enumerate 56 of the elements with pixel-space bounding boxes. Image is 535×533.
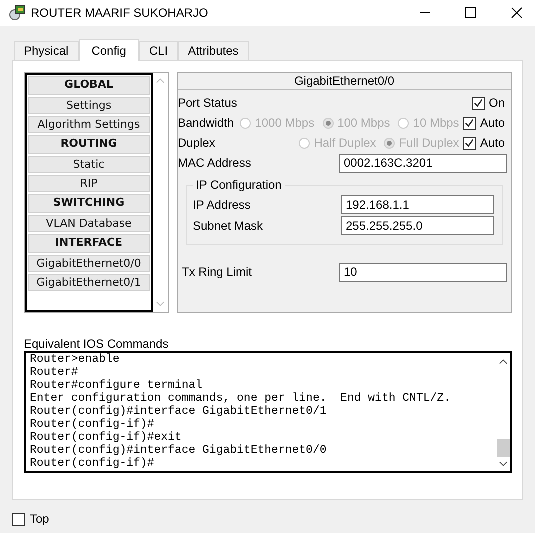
sidebar-header: ROUTING: [28, 135, 150, 154]
tab[interactable]: Physical: [14, 41, 79, 60]
sidebar-header: SWITCHING: [28, 194, 150, 213]
input-field[interactable]: 192.168.1.1: [341, 195, 494, 214]
checkbox[interactable]: [12, 512, 25, 526]
scroll-up-icon[interactable]: [498, 359, 508, 365]
sidebar-header: GLOBAL: [28, 76, 150, 95]
radio-label: 10 Mbps: [413, 116, 460, 130]
panel-title: GigabitEthernet0/0: [178, 73, 511, 90]
radio-label: Half Duplex: [314, 136, 376, 150]
checkbox-label: Auto: [480, 116, 505, 130]
sidebar-item[interactable]: Settings: [28, 97, 150, 114]
input-field[interactable]: 0002.163C.3201: [339, 154, 507, 172]
scroll-down-icon[interactable]: [498, 461, 508, 467]
field-label: Tx Ring Limit: [182, 265, 252, 279]
terminal-line: Router#: [30, 366, 80, 379]
terminal-line: Router(config-if)#exit: [30, 431, 183, 444]
field-label: MAC Address: [178, 156, 252, 170]
terminal-line: Router(config-if)#: [30, 457, 156, 470]
scroll-thumb[interactable]: [496, 439, 510, 457]
terminal-line: Enter configuration commands, one per line. End with CNTL/Z.: [30, 392, 452, 405]
radio-label: 100 Mbps: [338, 116, 390, 130]
sidebar-item[interactable]: GigabitEthernet0/0: [28, 255, 150, 272]
checkbox[interactable]: [472, 96, 485, 110]
input-field[interactable]: 10: [339, 262, 507, 282]
sidebar-item[interactable]: GigabitEthernet0/1: [28, 274, 150, 291]
section-label: Equivalent IOS Commands: [24, 338, 170, 351]
tab[interactable]: Config: [78, 39, 140, 61]
input-field[interactable]: 255.255.255.0: [341, 216, 494, 235]
radio-label: Full Duplex: [399, 136, 460, 150]
sidebar-header: INTERFACE: [28, 234, 150, 253]
field-label: Port Status: [178, 96, 238, 110]
tab[interactable]: CLI: [139, 41, 178, 60]
terminal-line: Router(config)#interface GigabitEthernet0/0: [30, 444, 328, 457]
checkbox-label: Top: [30, 512, 50, 526]
field-label: IP Address: [193, 198, 251, 212]
maximize-icon[interactable]: [465, 7, 477, 19]
group-title: IP Configuration: [195, 178, 283, 192]
radio-label: 1000 Mbps: [255, 116, 315, 130]
close-icon[interactable]: [511, 7, 523, 19]
sidebar-item[interactable]: VLAN Database: [28, 215, 150, 232]
checkbox-label: Auto: [480, 136, 505, 150]
terminal-line: Router(config-if)#: [30, 418, 156, 431]
field-label: Subnet Mask: [193, 218, 264, 232]
sidebar-item[interactable]: Algorithm Settings: [28, 116, 150, 133]
terminal-line: Router>enable: [30, 353, 121, 366]
terminal-line: Router#configure terminal: [30, 379, 204, 392]
tab[interactable]: Attributes: [178, 41, 249, 60]
sidebar-item[interactable]: RIP: [28, 175, 150, 192]
router-app-icon: [8, 4, 26, 22]
window-title: ROUTER MAARIF SUKOHARJO: [31, 6, 208, 20]
sidebar-item[interactable]: Static: [28, 156, 150, 173]
terminal-line: Router(config)#interface GigabitEthernet0/1: [30, 405, 328, 418]
checkbox-label: On: [488, 96, 505, 110]
field-label: Bandwidth: [178, 116, 234, 130]
field-label: Duplex: [178, 136, 216, 150]
